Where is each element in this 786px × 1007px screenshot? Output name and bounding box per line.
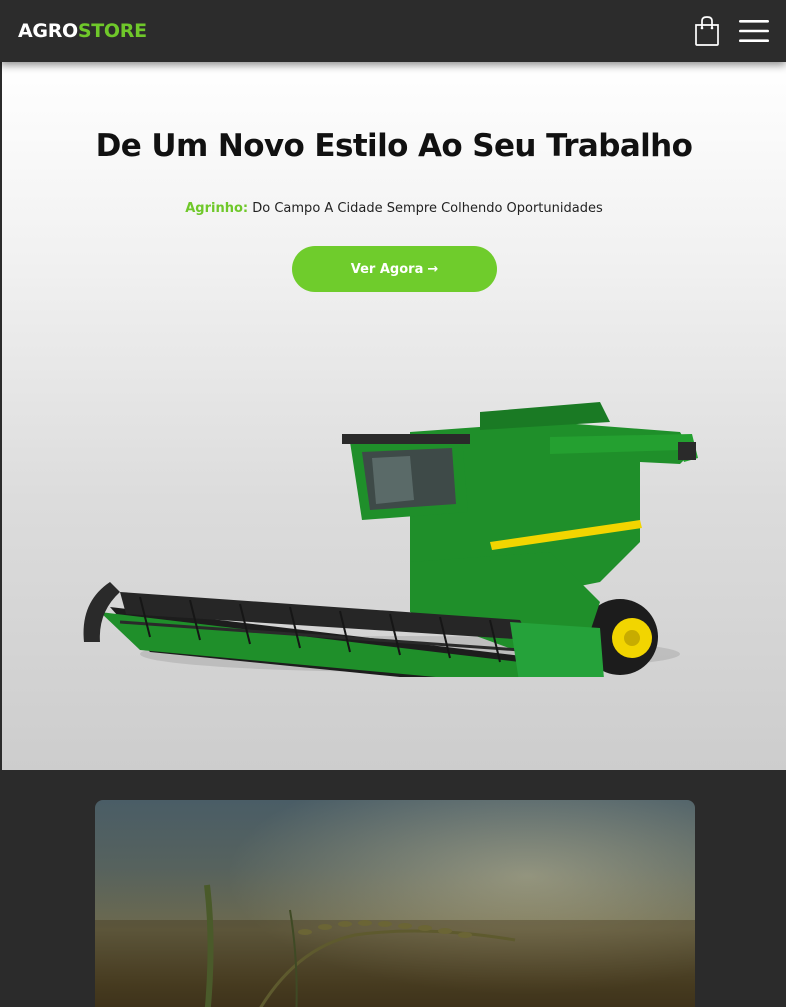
cta-label: Ver Agora: [350, 261, 424, 277]
hero-subtitle-text: Do Campo A Cidade Sempre Colhendo Oportu…: [248, 201, 603, 216]
shopping-bag-icon: [695, 16, 719, 46]
hero-section: De Um Novo Estilo Ao Seu Trabalho Agrinh…: [2, 62, 786, 770]
hero-subtitle-highlight: Agrinho:: [185, 201, 249, 216]
site-logo[interactable]: AGROSTORE: [18, 20, 147, 42]
arrow-right-icon: →: [427, 261, 439, 277]
hero-title: De Um Novo Estilo Ao Seu Trabalho: [95, 128, 693, 164]
combine-harvester-image: [83, 402, 698, 677]
logo-text-agro: AGRO: [18, 20, 78, 42]
hero-subtitle: Agrinho: Do Campo A Cidade Sempre Colhen…: [2, 201, 786, 216]
logo-text-store: STORE: [77, 20, 147, 42]
featured-section: [0, 770, 786, 1007]
wheat-stalk-graphic: [95, 800, 695, 1007]
ver-agora-button[interactable]: Ver Agora →: [292, 246, 497, 292]
top-navbar: AGROSTORE: [0, 0, 786, 62]
hamburger-menu-icon: [739, 20, 769, 42]
wheat-field-image: [95, 800, 695, 1007]
menu-button[interactable]: [738, 18, 770, 44]
nav-actions: [694, 15, 770, 47]
cart-button[interactable]: [694, 15, 720, 47]
